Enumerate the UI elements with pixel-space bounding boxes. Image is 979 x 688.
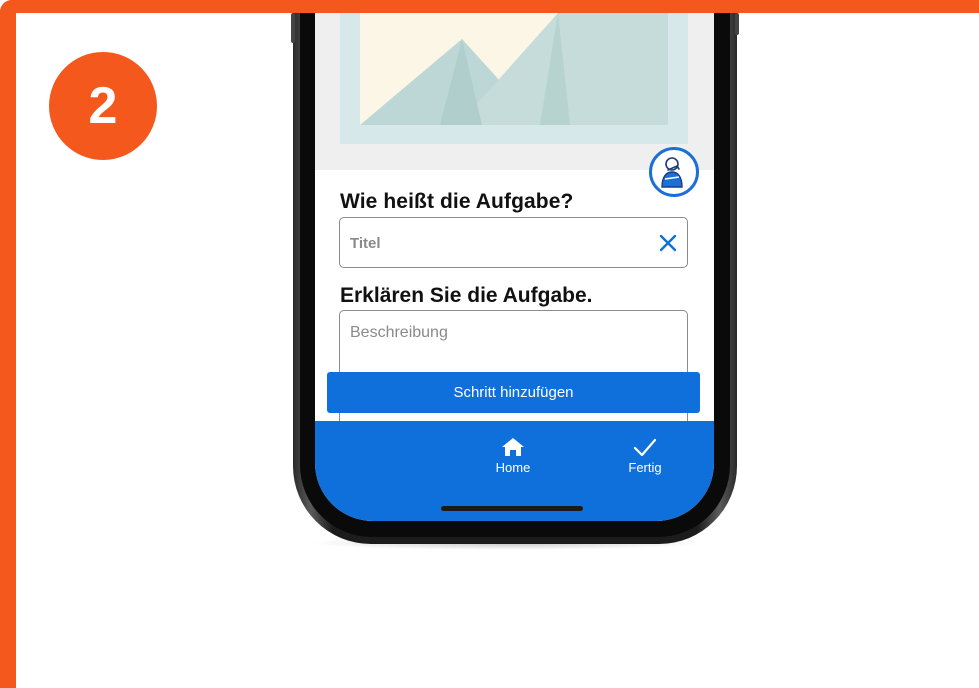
image-placeholder[interactable] (340, 13, 688, 144)
nav-home-button[interactable]: Home (478, 437, 548, 475)
image-placeholder-icon (340, 13, 688, 144)
nav-home-label: Home (495, 460, 531, 475)
home-icon (502, 438, 524, 456)
nav-done-button[interactable]: Fertig (610, 437, 680, 475)
step-badge: 2 (49, 52, 157, 160)
phone-screen: Wie heißt die Aufgabe? Titel Erklären Si… (315, 13, 714, 521)
title-input[interactable]: Titel (339, 217, 688, 268)
help-person-icon[interactable] (649, 147, 699, 197)
phone-side-button (735, 13, 739, 35)
title-question: Wie heißt die Aufgabe? (340, 190, 574, 213)
description-placeholder: Beschreibung (350, 324, 448, 341)
nav-done-label: Fertig (628, 460, 662, 475)
phone-side-button (291, 13, 295, 43)
add-step-button[interactable]: Schritt hinzufügen (327, 372, 700, 413)
home-indicator (441, 506, 583, 511)
clear-icon[interactable] (657, 232, 679, 254)
image-area[interactable] (315, 13, 714, 170)
description-question: Erklären Sie die Aufgabe. (340, 284, 593, 307)
title-placeholder: Titel (350, 235, 381, 252)
checkmark-icon (633, 438, 657, 457)
